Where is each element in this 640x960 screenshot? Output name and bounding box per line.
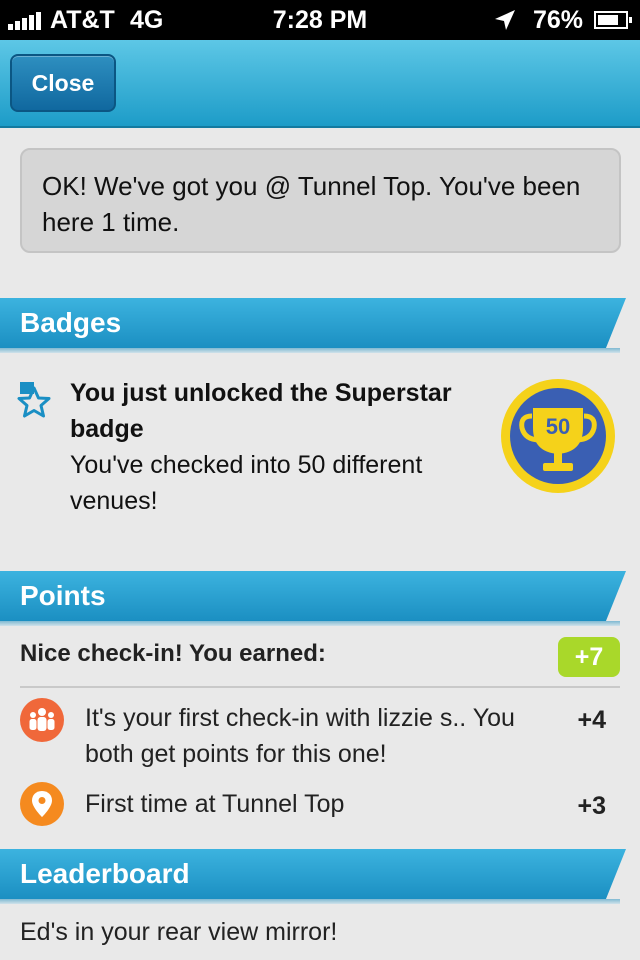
superstar-badge-medal[interactable]: 50 xyxy=(500,378,616,494)
navigation-bar: Close xyxy=(0,40,640,128)
medal-number: 50 xyxy=(546,414,570,439)
points-header-shadow xyxy=(0,621,620,626)
point-item-value: +4 xyxy=(577,706,606,734)
location-pin-icon xyxy=(20,782,64,826)
location-arrow-icon xyxy=(495,10,515,30)
points-header-label: Points xyxy=(20,580,106,611)
people-icon xyxy=(20,698,64,742)
star-badge-icon xyxy=(17,382,51,418)
leaderboard-header-shadow xyxy=(0,899,620,904)
point-item-text: First time at Tunnel Top xyxy=(85,790,345,818)
status-bar: AT&T 4G 7:28 PM 76% xyxy=(0,0,640,40)
badge-description: You've checked into 50 different venues! xyxy=(70,451,423,515)
divider xyxy=(20,686,620,688)
badges-header-shadow xyxy=(0,348,620,353)
battery-percent: 76% xyxy=(533,6,584,34)
badges-section-header: Badges xyxy=(0,298,626,348)
badge-title: You just unlocked the Superstar badge xyxy=(70,379,452,443)
points-section-header: Points xyxy=(0,571,626,621)
points-summary: Nice check-in! You earned: xyxy=(20,640,326,667)
checkin-message: OK! We've got you @ Tunnel Top. You've b… xyxy=(20,148,621,253)
leaderboard-section-header: Leaderboard xyxy=(0,849,626,899)
battery-icon xyxy=(594,11,632,29)
badges-header-label: Badges xyxy=(20,307,122,338)
point-item-text: It's your first check-in with lizzie s..… xyxy=(85,704,515,768)
leaderboard-message: Ed's in your rear view mirror! xyxy=(20,918,338,946)
points-total-badge: +7 xyxy=(558,637,620,677)
point-item-value: +3 xyxy=(577,792,606,820)
leaderboard-header-label: Leaderboard xyxy=(20,858,190,889)
close-button[interactable]: Close xyxy=(10,54,116,112)
